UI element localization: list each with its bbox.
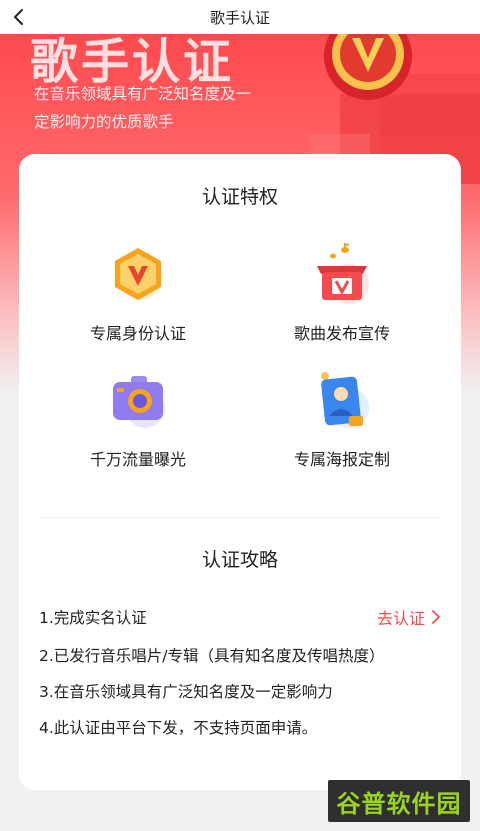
feature-identity: 专属身份认证	[38, 242, 238, 344]
feature-poster: 专属海报定制	[242, 368, 442, 470]
privileges-title: 认证特权	[201, 186, 278, 208]
feature-label: 歌曲发布宣传	[293, 324, 390, 343]
feature-label: 千万流量曝光	[89, 450, 186, 469]
section-divider	[39, 517, 441, 518]
gift-box-icon	[317, 242, 369, 304]
guide-step: 2.已发行音乐唱片/专辑（具有知名度及传唱热度）	[39, 647, 385, 665]
feature-exposure: 千万流量曝光	[38, 368, 238, 470]
feature-promotion: 歌曲发布宣传	[242, 242, 442, 344]
chevron-left-icon	[14, 9, 23, 25]
hero-description: 在音乐领域具有广泛知名度及一定影响力的优质歌手	[34, 85, 252, 131]
go-certify-link[interactable]: 去认证	[377, 605, 441, 629]
back-button[interactable]	[6, 4, 32, 30]
camera-icon	[113, 376, 165, 428]
poster-icon	[321, 372, 369, 428]
guide-step: 1.完成实名认证	[39, 609, 147, 627]
guide-step: 4.此认证由平台下发，不支持页面申请。	[39, 719, 318, 737]
v-badge-icon	[115, 248, 163, 300]
certification-card: 认证特权 专属身份认证 歌曲发布宣传 千万流量曝光 专属海报定制 认证攻略 1.…	[19, 154, 461, 790]
go-certify-label: 去认证	[376, 609, 425, 628]
page-title: 歌手认证	[209, 8, 270, 27]
feature-label: 专属海报定制	[293, 450, 390, 469]
nav-bar: 歌手认证	[0, 0, 480, 34]
watermark-logo: 谷普软件园	[328, 780, 470, 822]
chevron-right-icon	[432, 610, 440, 624]
feature-label: 专属身份认证	[89, 324, 186, 343]
guide-title: 认证攻略	[201, 549, 278, 571]
guide-step: 3.在音乐领域具有广泛知名度及一定影响力	[39, 683, 333, 701]
